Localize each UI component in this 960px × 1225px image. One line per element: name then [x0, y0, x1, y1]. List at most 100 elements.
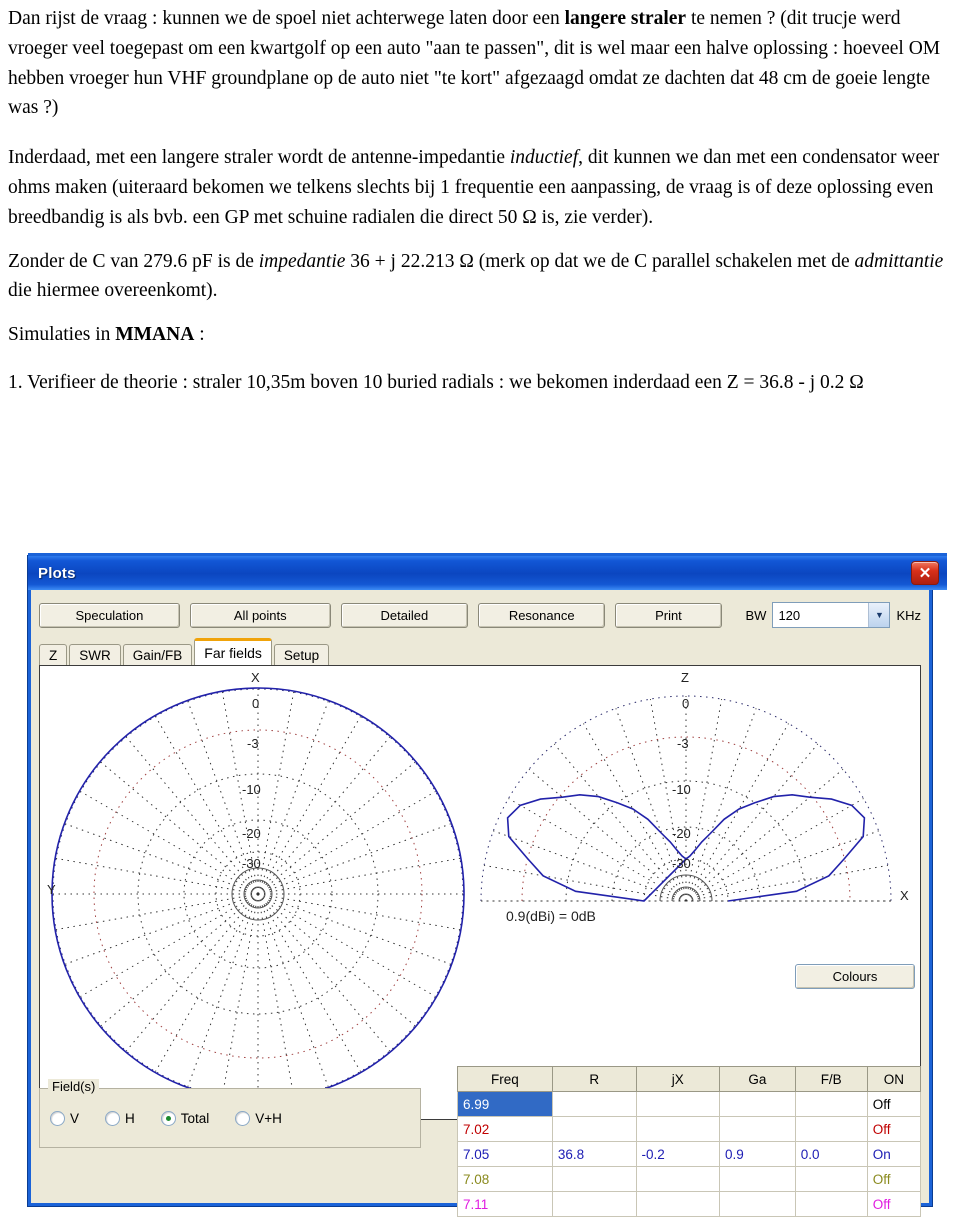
- elevation-axis-label-x: X: [900, 888, 909, 903]
- table-row[interactable]: 6.99 Off: [457, 1091, 922, 1117]
- table-cell-fb[interactable]: [794, 1116, 868, 1142]
- table-row[interactable]: 7.02 Off: [457, 1116, 922, 1142]
- table-row[interactable]: 7.08 Off: [457, 1166, 922, 1192]
- chevron-down-icon[interactable]: ▼: [868, 603, 890, 627]
- table-cell-fb[interactable]: [794, 1091, 868, 1117]
- radio-dot-icon: [160, 1110, 176, 1126]
- table-cell-ga[interactable]: [719, 1116, 796, 1142]
- window-titlebar: Plots ✕: [28, 553, 947, 590]
- paragraph-3-italic-impedantie: impedantie: [258, 250, 346, 272]
- elevation-axis-label-z: Z: [681, 670, 689, 685]
- paragraph-5: 1. Verifieer de theorie : straler 10,35m…: [8, 371, 864, 393]
- tab-swr[interactable]: SWR: [69, 644, 121, 667]
- elevation-ring-label-3: -3: [677, 736, 689, 751]
- table-cell-on[interactable]: On: [866, 1141, 922, 1167]
- paragraph-1: Dan rijst de vraag : kunnen we de spoel …: [8, 4, 954, 123]
- paragraph-1-bold: langere straler: [564, 8, 687, 29]
- table-cell-fb[interactable]: 0.0: [794, 1141, 868, 1167]
- elevation-gain-annotation: 0.9(dBi) = 0dB: [506, 908, 596, 924]
- all-points-button[interactable]: All points: [189, 602, 331, 628]
- table-cell-ga[interactable]: [719, 1091, 796, 1117]
- table-cell-r[interactable]: [551, 1166, 637, 1192]
- tab-gain-fb[interactable]: Gain/FB: [122, 644, 193, 667]
- bandwidth-unit: KHz: [896, 607, 922, 623]
- azimuth-plot[interactable]: X Y 0 -3 -10 -20 -30: [40, 666, 470, 1119]
- azimuth-axis-label-x: X: [251, 670, 260, 685]
- tab-setup[interactable]: Setup: [273, 644, 330, 667]
- field-radio-label: V+H: [255, 1110, 282, 1126]
- table-cell-on[interactable]: Off: [866, 1166, 922, 1192]
- paragraph-3-part-b: 36 + j 22.213 Ω (merk op dat we de C par…: [345, 250, 855, 272]
- field-radio-vplush[interactable]: V+H: [235, 1110, 282, 1126]
- table-cell-r[interactable]: [551, 1091, 637, 1117]
- tab-bar: Z SWR Gain/FB Far fields Setup: [31, 637, 929, 667]
- bandwidth-label: BW: [745, 607, 767, 623]
- table-cell-freq[interactable]: 6.99: [457, 1091, 553, 1117]
- elevation-ring-label-20: -20: [672, 826, 691, 841]
- elevation-ring-label-30: -30: [672, 856, 691, 871]
- paragraph-2-italic: inductief: [509, 147, 579, 169]
- table-cell-freq[interactable]: 7.02: [457, 1116, 553, 1142]
- table-cell-jx[interactable]: [635, 1191, 721, 1217]
- table-header-freq[interactable]: Freq: [457, 1066, 553, 1092]
- table-cell-ga[interactable]: [719, 1191, 796, 1217]
- paragraph-4: Simulaties in MMANA :: [8, 320, 954, 350]
- table-header-f-b[interactable]: F/B: [794, 1066, 868, 1092]
- table-header-row: Freq RjX Ga F/B ON: [457, 1066, 922, 1092]
- field-radio-v[interactable]: V: [50, 1110, 79, 1126]
- close-icon[interactable]: ✕: [911, 561, 939, 585]
- table-cell-on[interactable]: Off: [866, 1091, 922, 1117]
- azimuth-ring-label-0: 0: [252, 696, 260, 711]
- window-title: Plots: [38, 564, 76, 582]
- table-cell-freq[interactable]: 7.11: [457, 1191, 553, 1217]
- table-cell-fb[interactable]: [794, 1191, 868, 1217]
- table-cell-on[interactable]: Off: [866, 1191, 922, 1217]
- table-header-on[interactable]: ON: [866, 1066, 922, 1092]
- print-button[interactable]: Print: [615, 602, 722, 628]
- table-header-ga[interactable]: Ga: [719, 1066, 796, 1092]
- results-table: Freq RjX Ga F/B ON 6.99 Off 7.02 Off 7.05 36.8 -0.…: [457, 1066, 922, 1217]
- table-cell-jx[interactable]: [635, 1116, 721, 1142]
- table-cell-on[interactable]: Off: [866, 1116, 922, 1142]
- table-header-jx[interactable]: jX: [635, 1066, 721, 1092]
- table-cell-freq[interactable]: 7.05: [457, 1141, 553, 1167]
- table-cell-ga[interactable]: [719, 1166, 796, 1192]
- tab-far-fields[interactable]: Far fields: [194, 638, 272, 665]
- paragraph-3-part-c: die hiermee overeenkomt).: [8, 280, 218, 302]
- elevation-ring-label-0: 0: [682, 696, 690, 711]
- bandwidth-value: 120: [778, 607, 801, 623]
- detailed-button[interactable]: Detailed: [340, 602, 469, 628]
- azimuth-ring-label-20: -20: [242, 826, 261, 841]
- field-radio-h[interactable]: H: [105, 1110, 135, 1126]
- paragraph-3: Zonder de C van 279.6 pF is de impedanti…: [8, 247, 954, 307]
- paragraph-3-part-a: Zonder de C van 279.6 pF is de: [8, 250, 259, 272]
- resonance-button[interactable]: Resonance: [478, 602, 606, 628]
- field-radio-label: H: [125, 1110, 135, 1126]
- table-cell-jx[interactable]: [635, 1166, 721, 1192]
- colours-button[interactable]: Colours: [795, 964, 915, 989]
- bandwidth-select[interactable]: 120 ▼: [772, 602, 891, 628]
- paragraph-4-part-a: Simulaties in: [8, 324, 116, 346]
- table-cell-r[interactable]: 36.8: [551, 1141, 637, 1167]
- speculation-button[interactable]: Speculation: [39, 602, 180, 628]
- table-header-r[interactable]: R: [551, 1066, 637, 1092]
- paragraph-2: Inderdaad, met een langere straler wordt…: [8, 143, 954, 232]
- elevation-plot[interactable]: Z X 0 -3 -10 -20 -30 0.9(dBi) = 0dB: [470, 666, 922, 1119]
- table-cell-r[interactable]: [551, 1116, 637, 1142]
- table-cell-freq[interactable]: 7.08: [457, 1166, 553, 1192]
- table-row[interactable]: 7.11 Off: [457, 1191, 922, 1217]
- field-radio-label: Total: [180, 1110, 210, 1126]
- plots-window: Plots ✕ Speculation All points Detailed …: [28, 553, 947, 1217]
- table-cell-jx[interactable]: [635, 1091, 721, 1117]
- table-cell-fb[interactable]: [794, 1166, 868, 1192]
- table-cell-r[interactable]: [551, 1191, 637, 1217]
- field-radio-total[interactable]: Total: [160, 1110, 210, 1126]
- table-row[interactable]: 7.05 36.8 -0.2 0.9 0.0 On: [457, 1141, 922, 1167]
- plot-canvas-area: X Y 0 -3 -10 -20 -30 Z X 0 -3 -10 -20 -3…: [39, 665, 921, 1120]
- tab-z[interactable]: Z: [39, 644, 68, 667]
- table-cell-jx[interactable]: -0.2: [635, 1141, 721, 1167]
- table-cell-ga[interactable]: 0.9: [719, 1141, 796, 1167]
